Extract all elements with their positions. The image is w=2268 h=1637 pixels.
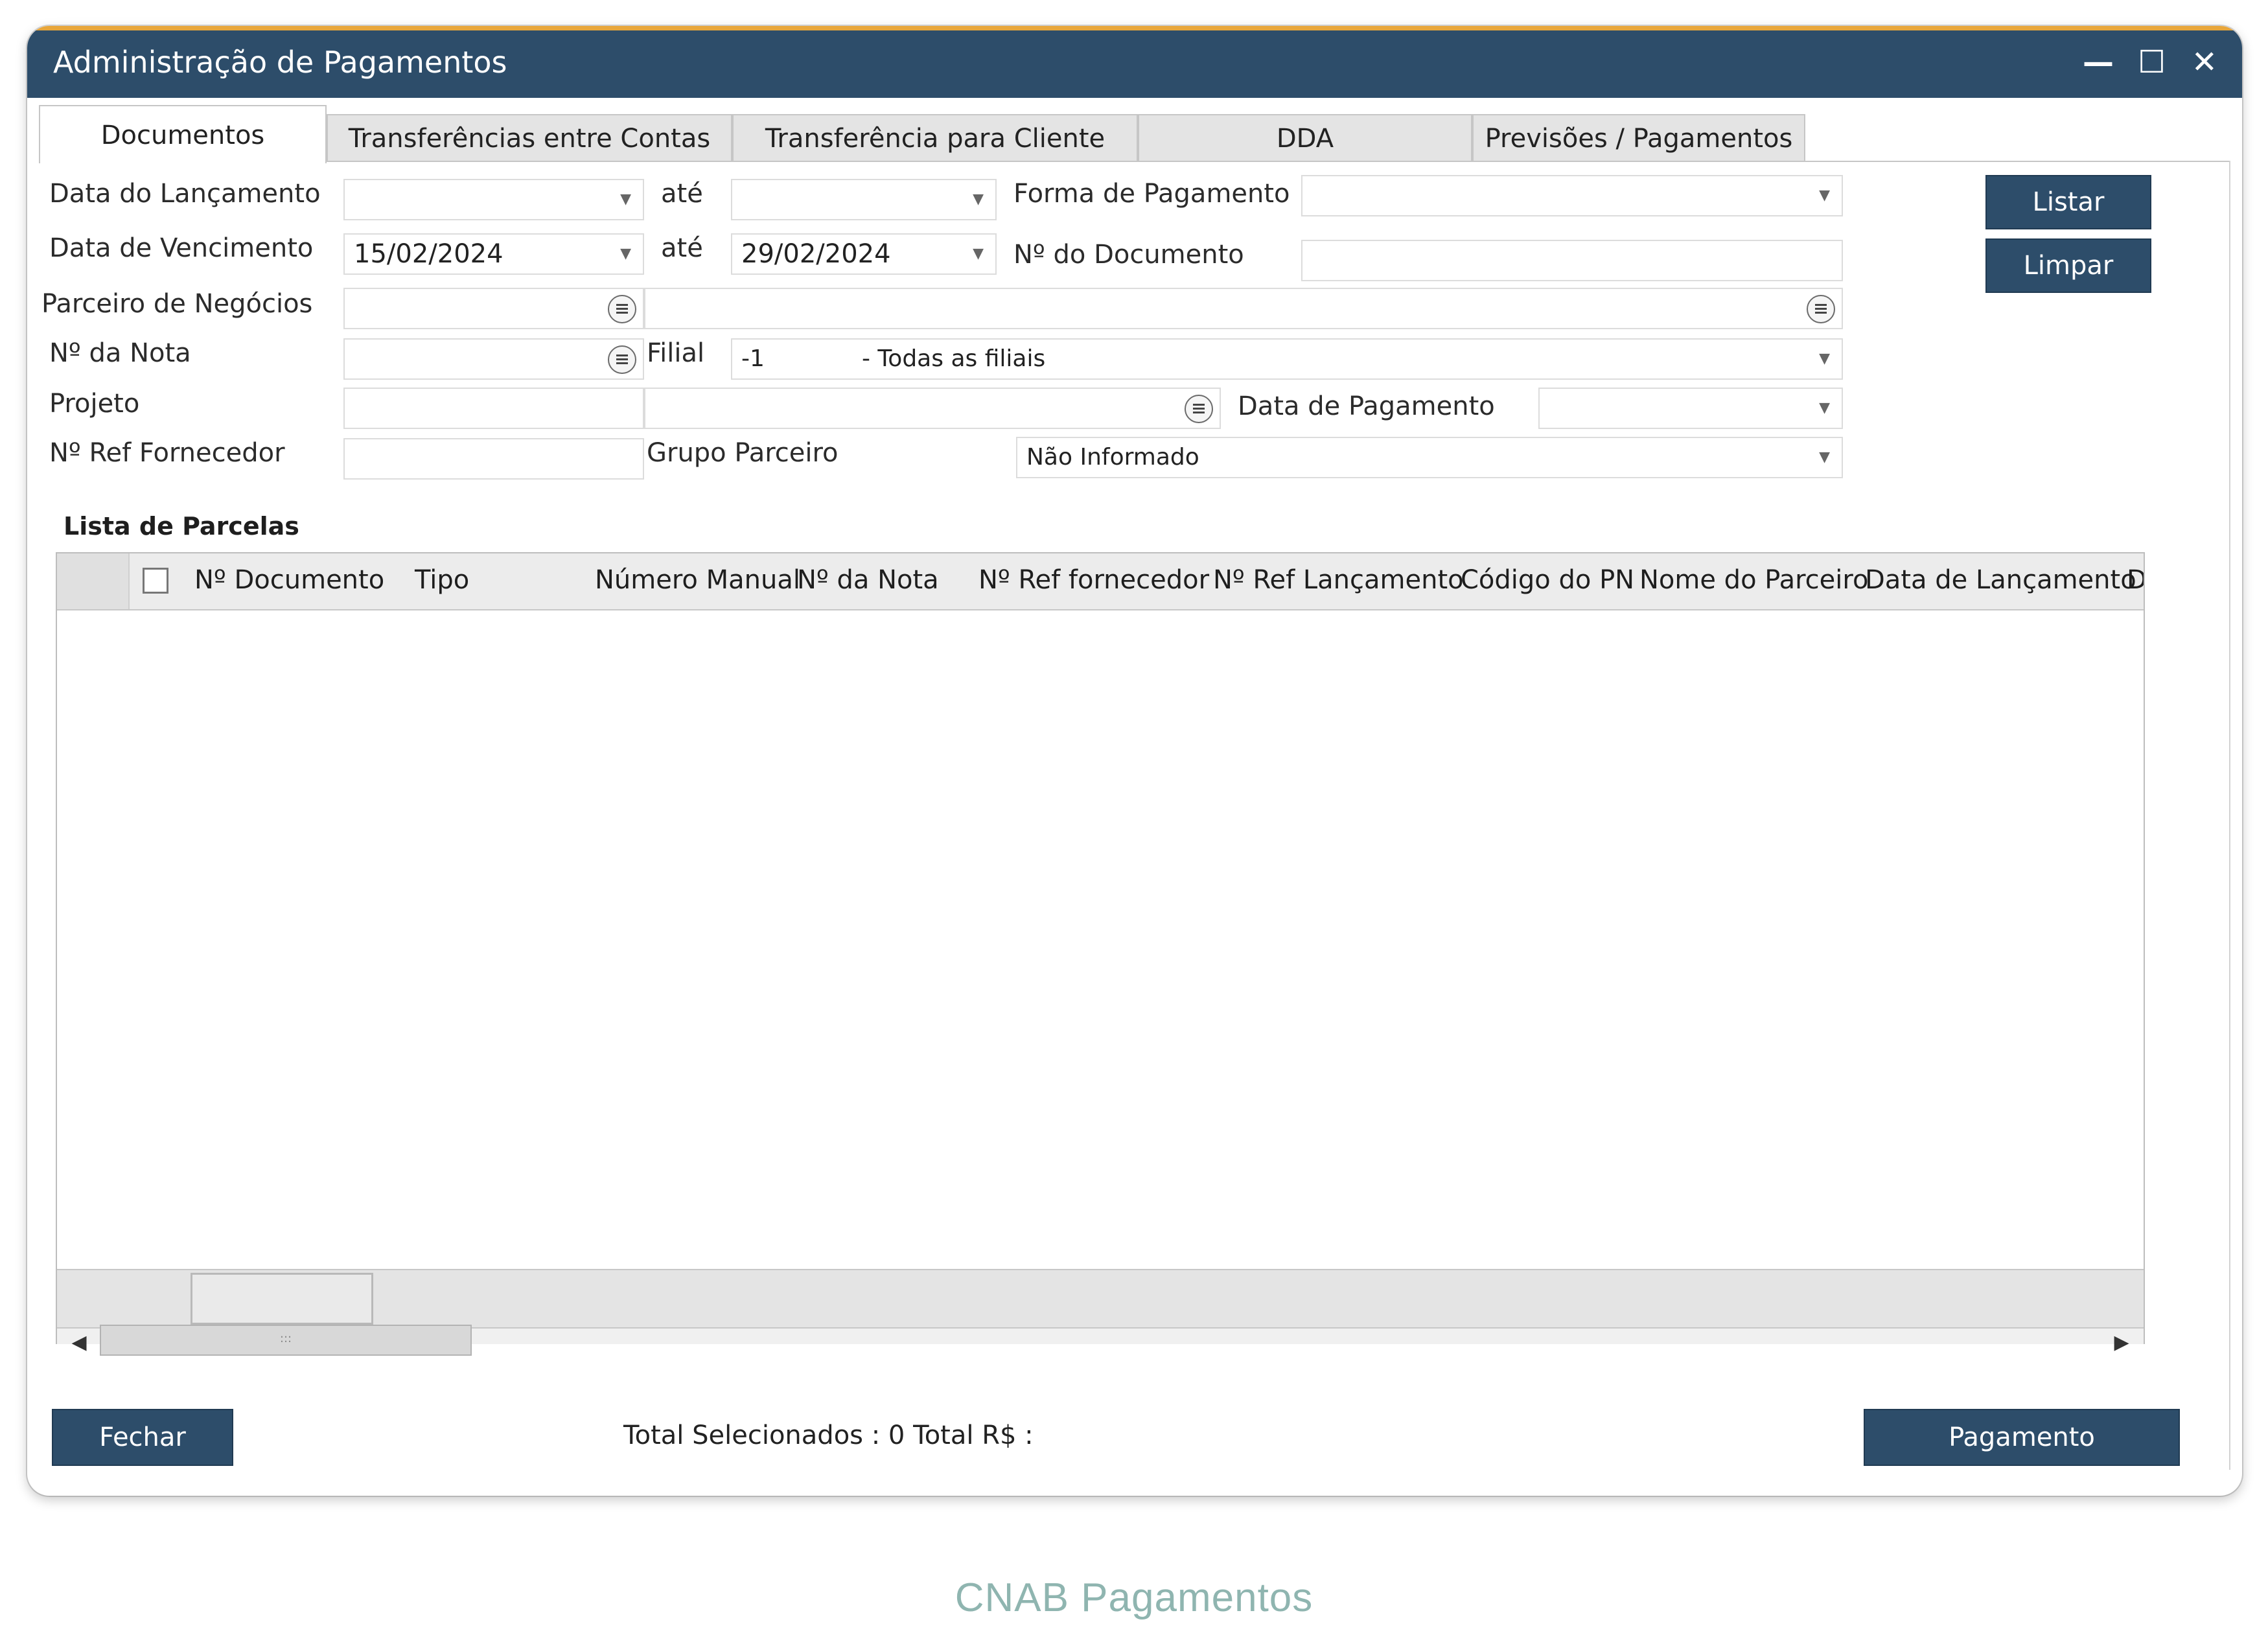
data-lancamento-from-field[interactable]: ▼ — [343, 179, 644, 220]
filial-label: Filial — [647, 338, 705, 368]
projeto-code-input[interactable] — [343, 388, 644, 429]
grupo-parceiro-label: Grupo Parceiro — [647, 438, 839, 468]
lookup-icon[interactable] — [1185, 395, 1213, 423]
chevron-down-icon[interactable]: ▼ — [1819, 389, 1830, 428]
ate-label: até — [661, 233, 703, 263]
scroll-left-icon[interactable]: ◀ — [60, 1325, 98, 1361]
grid-footer — [57, 1269, 2144, 1329]
column-header[interactable]: Nº Documento — [194, 565, 384, 595]
data-pagamento-label: Data de Pagamento — [1238, 391, 1495, 421]
data-lancamento-label: Data do Lançamento — [49, 179, 321, 209]
close-icon[interactable]: ✕ — [2192, 40, 2217, 85]
column-header[interactable]: Código do PN — [1461, 565, 1634, 595]
fechar-button[interactable]: Fechar — [52, 1409, 233, 1466]
column-header[interactable]: Nome do Parceiro — [1639, 565, 1868, 595]
data-vencimento-to-field[interactable]: 29/02/2024 ▼ — [731, 233, 997, 275]
forma-pagamento-select[interactable]: ▼ — [1301, 175, 1843, 216]
filial-select[interactable]: -1- Todas as filiais ▼ — [731, 338, 1843, 380]
chevron-down-icon[interactable]: ▼ — [620, 235, 631, 273]
panel-border — [2229, 161, 2230, 1470]
chevron-down-icon[interactable]: ▼ — [973, 180, 984, 219]
window-title: Administração de Pagamentos — [53, 45, 507, 80]
num-documento-label: Nº do Documento — [1013, 240, 1244, 270]
data-pagamento-select[interactable]: ▼ — [1538, 388, 1843, 429]
chevron-down-icon[interactable]: ▼ — [620, 180, 631, 219]
minimize-icon[interactable]: — — [2083, 40, 2114, 85]
title-accent-stripe — [27, 26, 2242, 30]
num-nota-input[interactable] — [343, 338, 644, 380]
column-header[interactable]: Nº da Nota — [797, 565, 939, 595]
parcelas-grid[interactable]: Nº Documento Tipo Número Manual Nº da No… — [56, 552, 2145, 1356]
chevron-down-icon[interactable]: ▼ — [973, 235, 984, 273]
scroll-right-icon[interactable]: ▶ — [2102, 1325, 2141, 1361]
limpar-button[interactable]: Limpar — [1985, 238, 2151, 293]
tab-transferencia-para-cliente[interactable]: Transferência para Cliente — [732, 114, 1138, 162]
scroll-thumb[interactable]: ::: — [100, 1325, 472, 1356]
chevron-down-icon[interactable]: ▼ — [1819, 176, 1830, 215]
footer-cell — [191, 1273, 373, 1325]
caption: CNAB Pagamentos — [955, 1575, 1313, 1620]
title-bar: Administração de Pagamentos — ☐ ✕ — [27, 30, 2242, 98]
totals-text: Total Selecionados : 0 Total R$ : — [623, 1421, 1034, 1450]
num-nota-label: Nº da Nota — [49, 338, 191, 368]
tab-transferencias-entre-contas[interactable]: Transferências entre Contas — [327, 114, 732, 162]
data-vencimento-from-field[interactable]: 15/02/2024 ▼ — [343, 233, 644, 275]
tab-divider — [39, 161, 2229, 162]
row-header-corner — [57, 553, 130, 609]
select-all-checkbox[interactable] — [143, 568, 168, 594]
lista-parcelas-title: Lista de Parcelas — [64, 512, 299, 540]
parceiro-code-input[interactable] — [343, 288, 644, 329]
forma-pagamento-label: Forma de Pagamento — [1013, 179, 1290, 209]
pagamento-button[interactable]: Pagamento — [1864, 1409, 2180, 1466]
lookup-icon[interactable] — [608, 345, 636, 374]
column-header[interactable]: Nº Ref fornecedor — [978, 565, 1209, 595]
lookup-icon[interactable] — [608, 295, 636, 323]
app-window: Administração de Pagamentos — ☐ ✕ Docume… — [27, 26, 2242, 1496]
listar-button[interactable]: Listar — [1985, 175, 2151, 229]
lookup-icon[interactable] — [1807, 295, 1835, 323]
projeto-name-input[interactable] — [644, 388, 1221, 429]
grid-header: Nº Documento Tipo Número Manual Nº da No… — [57, 553, 2144, 610]
ref-fornecedor-label: Nº Ref Fornecedor — [49, 438, 285, 468]
projeto-label: Projeto — [49, 389, 140, 419]
ref-fornecedor-input[interactable] — [343, 438, 644, 480]
column-header[interactable]: Tipo — [415, 565, 469, 595]
column-header[interactable]: Nº Ref Lançamento — [1213, 565, 1464, 595]
parceiro-label: Parceiro de Negócios — [41, 289, 313, 319]
chevron-down-icon[interactable]: ▼ — [1819, 438, 1830, 477]
grupo-parceiro-select[interactable]: Não Informado ▼ — [1016, 437, 1843, 478]
ate-label: até — [661, 179, 703, 209]
maximize-icon[interactable]: ☐ — [2138, 40, 2166, 85]
column-header[interactable]: Número Manual — [595, 565, 800, 595]
tab-dda[interactable]: DDA — [1138, 114, 1472, 162]
column-header[interactable]: Data de Lançamento — [1865, 565, 2136, 595]
horizontal-scrollbar[interactable]: ◀ ::: ▶ — [57, 1325, 2144, 1356]
data-lancamento-to-field[interactable]: ▼ — [731, 179, 997, 220]
column-header[interactable]: Data — [2127, 565, 2144, 595]
tab-previsoes-pagamentos[interactable]: Previsões / Pagamentos — [1472, 114, 1805, 162]
num-documento-input[interactable] — [1301, 240, 1843, 281]
tab-documentos[interactable]: Documentos — [39, 105, 327, 163]
data-vencimento-label: Data de Vencimento — [49, 233, 314, 263]
parceiro-name-input[interactable] — [644, 288, 1843, 329]
chevron-down-icon[interactable]: ▼ — [1819, 340, 1830, 378]
